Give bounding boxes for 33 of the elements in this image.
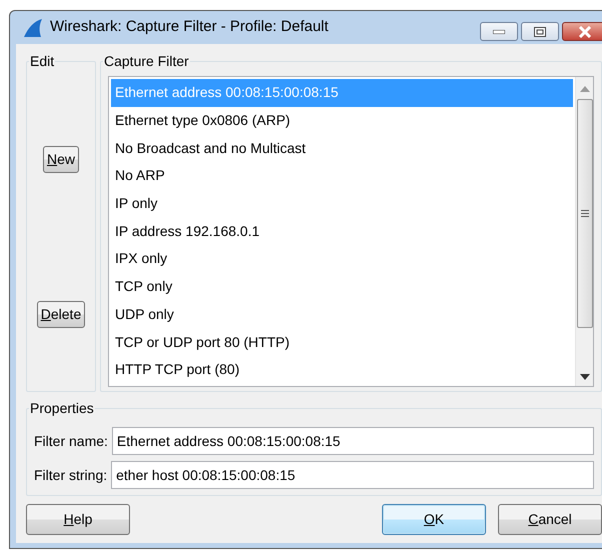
filter-item[interactable]: Ethernet type 0x0806 (ARP) [111, 106, 573, 134]
filter-item[interactable]: IP only [111, 190, 573, 218]
dialog-button[interactable]: Help [26, 504, 130, 535]
maximize-button[interactable] [521, 22, 559, 41]
scrollbar[interactable] [575, 77, 593, 386]
filter-item[interactable]: TCP only [111, 272, 573, 300]
filter-item[interactable]: HTTP TCP port (80) [111, 356, 573, 384]
window-title: Wireshark: Capture Filter - Profile: Default [50, 17, 328, 38]
minimize-icon [493, 30, 505, 34]
dialog-button[interactable]: OK [382, 504, 486, 535]
filter-item[interactable]: IP address 192.168.0.1 [111, 217, 573, 246]
maximize-icon [534, 26, 546, 36]
field-label: Filter string: [34, 466, 108, 485]
filter-item[interactable]: TCP or UDP port 80 (HTTP) [111, 328, 573, 356]
filter-item[interactable]: UDP only [111, 300, 573, 328]
scroll-thumb[interactable] [576, 99, 592, 328]
minimize-button[interactable] [480, 22, 518, 41]
scroll-down-icon[interactable] [580, 374, 590, 380]
shark-fin-icon [22, 18, 44, 38]
group-title: Edit [29, 54, 56, 68]
edit-button[interactable]: Delete [36, 301, 86, 328]
field-label: Filter name: [34, 432, 108, 450]
close-button[interactable] [562, 22, 602, 41]
group-title: Properties [29, 401, 95, 415]
filter-item[interactable]: No ARP [111, 162, 573, 190]
text-field[interactable]: ether host 00:08:15:00:08:15 [111, 461, 594, 489]
text-field[interactable]: Ethernet address 00:08:15:00:08:15 [112, 427, 594, 455]
filter-item[interactable]: No Broadcast and no Multicast [111, 134, 573, 162]
dialog-button[interactable]: Cancel [498, 504, 602, 535]
filter-item[interactable]: IPX only [111, 245, 573, 273]
close-icon [578, 26, 592, 38]
group-title: Capture Filter [103, 54, 190, 68]
edit-button[interactable]: New [42, 146, 80, 173]
